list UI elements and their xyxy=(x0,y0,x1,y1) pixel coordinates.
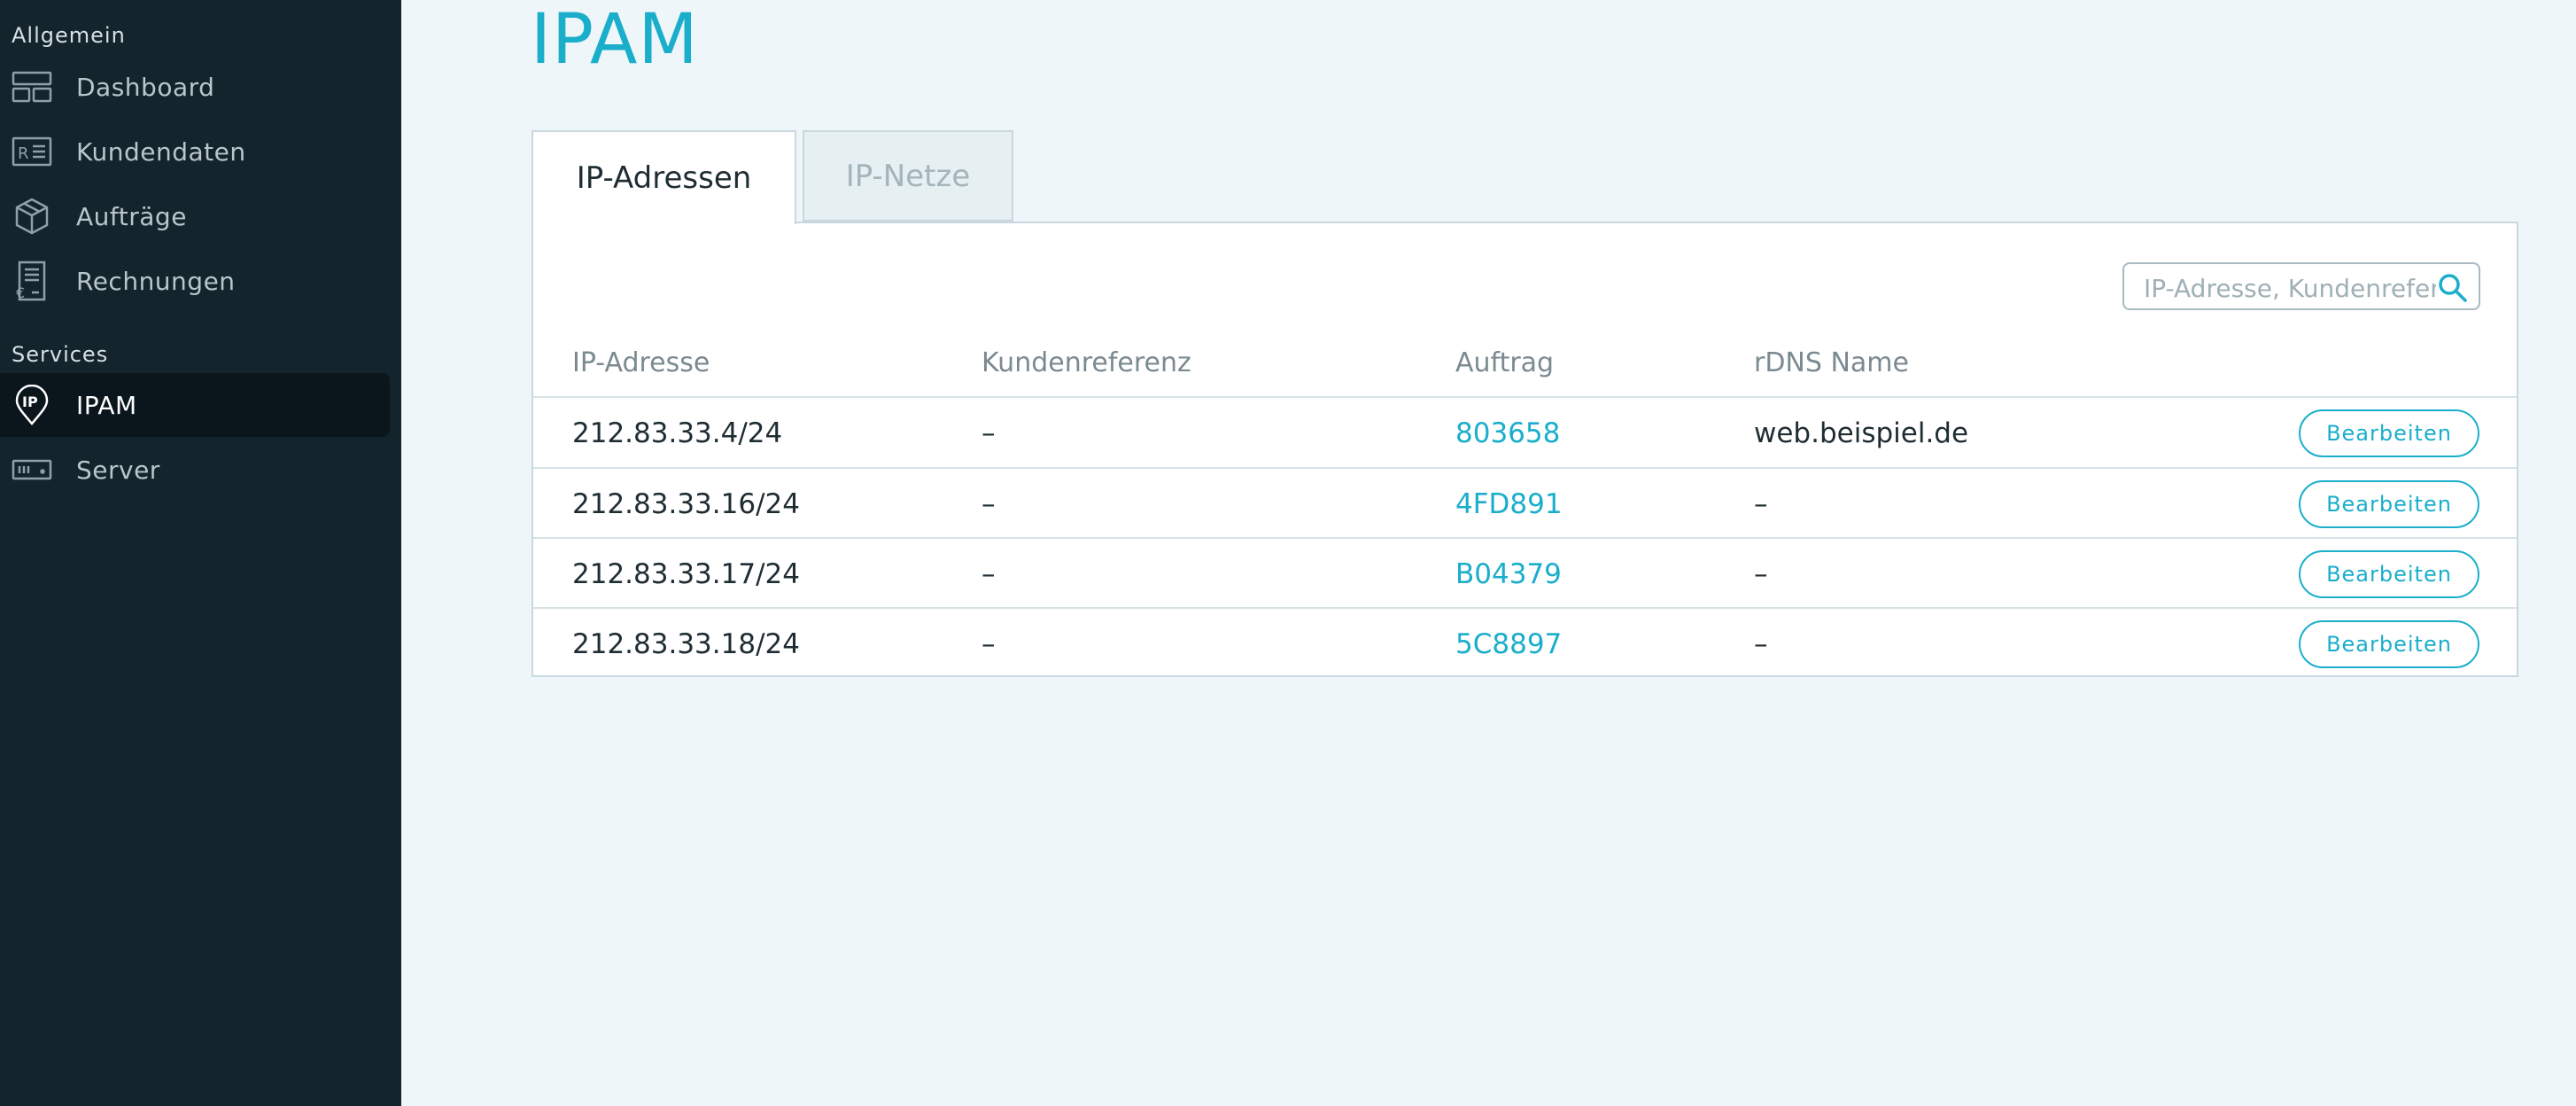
cell-ip-adresse: 212.83.33.18/24 xyxy=(572,627,800,660)
cell-kundenreferenz: – xyxy=(982,487,996,520)
column-header-rdns-name: rDNS Name xyxy=(1754,347,1909,378)
column-header-auftrag: Auftrag xyxy=(1455,347,1555,378)
cell-auftrag-link[interactable]: B04379 xyxy=(1455,539,1562,609)
cell-rdns-name: web.beispiel.de xyxy=(1754,417,1969,449)
sidebar-item-label: Kundendaten xyxy=(76,136,246,167)
tab-ip-adressen[interactable]: IP-Adressen xyxy=(531,130,796,224)
edit-button[interactable]: Bearbeiten xyxy=(2299,620,2479,668)
sidebar: Allgemein Dashboard R Kundendaten Aufträ… xyxy=(0,0,401,1106)
cell-kundenreferenz: – xyxy=(982,417,996,449)
sidebar-item-label: Server xyxy=(76,455,160,485)
cell-ip-adresse: 212.83.33.17/24 xyxy=(572,557,800,590)
column-header-ip-adresse: IP-Adresse xyxy=(572,347,710,378)
svg-text:IP: IP xyxy=(22,393,38,410)
search-icon[interactable] xyxy=(2438,273,2468,303)
box-icon xyxy=(11,195,53,238)
sidebar-section-services: Services xyxy=(12,342,109,367)
page-title: IPAM xyxy=(531,0,699,80)
table-row: 212.83.33.4/24 – 803658 web.beispiel.de … xyxy=(533,396,2517,468)
sidebar-item-dashboard[interactable]: Dashboard xyxy=(0,55,401,119)
cell-auftrag-link[interactable]: 5C8897 xyxy=(1455,609,1562,679)
sidebar-item-label: Aufträge xyxy=(76,201,187,231)
cell-auftrag-link[interactable]: 4FD891 xyxy=(1455,469,1563,539)
sidebar-item-label: Dashboard xyxy=(76,72,215,102)
dashboard-icon xyxy=(11,66,53,108)
sidebar-item-rechnungen[interactable]: € Rechnungen xyxy=(0,249,401,313)
search-box[interactable] xyxy=(2122,262,2480,310)
ip-address-panel: IP-Adresse Kundenreferenz Auftrag rDNS N… xyxy=(531,222,2518,677)
cell-auftrag-link[interactable]: 803658 xyxy=(1455,398,1560,468)
sidebar-section-allgemein: Allgemein xyxy=(12,23,126,48)
table-row: 212.83.33.18/24 – 5C8897 – Bearbeiten xyxy=(533,607,2517,679)
sidebar-item-label: Rechnungen xyxy=(76,266,236,296)
edit-button[interactable]: Bearbeiten xyxy=(2299,480,2479,528)
edit-button[interactable]: Bearbeiten xyxy=(2299,409,2479,457)
active-indicator xyxy=(0,373,390,437)
svg-text:R: R xyxy=(18,144,29,163)
table-row: 212.83.33.17/24 – B04379 – Bearbeiten xyxy=(533,537,2517,609)
cell-rdns-name: – xyxy=(1754,557,1768,590)
sidebar-item-label: IPAM xyxy=(76,390,137,420)
cell-kundenreferenz: – xyxy=(982,627,996,660)
cell-ip-adresse: 212.83.33.4/24 xyxy=(572,417,783,449)
edit-button[interactable]: Bearbeiten xyxy=(2299,550,2479,598)
cell-rdns-name: – xyxy=(1754,627,1768,660)
sidebar-item-kundendaten[interactable]: R Kundendaten xyxy=(0,120,401,183)
sidebar-item-auftraege[interactable]: Aufträge xyxy=(0,184,401,248)
cell-kundenreferenz: – xyxy=(982,557,996,590)
search-input[interactable] xyxy=(2142,271,2438,305)
cell-rdns-name: – xyxy=(1754,487,1768,520)
server-icon xyxy=(11,448,53,491)
ip-pin-icon: IP xyxy=(11,384,53,426)
svg-text:€: € xyxy=(16,284,25,301)
sidebar-item-ipam[interactable]: IP IPAM xyxy=(0,373,401,437)
table-row: 212.83.33.16/24 – 4FD891 – Bearbeiten xyxy=(533,467,2517,539)
id-card-icon: R xyxy=(11,130,53,173)
tab-ip-netze[interactable]: IP-Netze xyxy=(803,130,1013,222)
sidebar-item-server[interactable]: Server xyxy=(0,438,401,502)
column-header-kundenreferenz: Kundenreferenz xyxy=(982,347,1191,378)
invoice-icon: € xyxy=(11,260,53,302)
cell-ip-adresse: 212.83.33.16/24 xyxy=(572,487,800,520)
